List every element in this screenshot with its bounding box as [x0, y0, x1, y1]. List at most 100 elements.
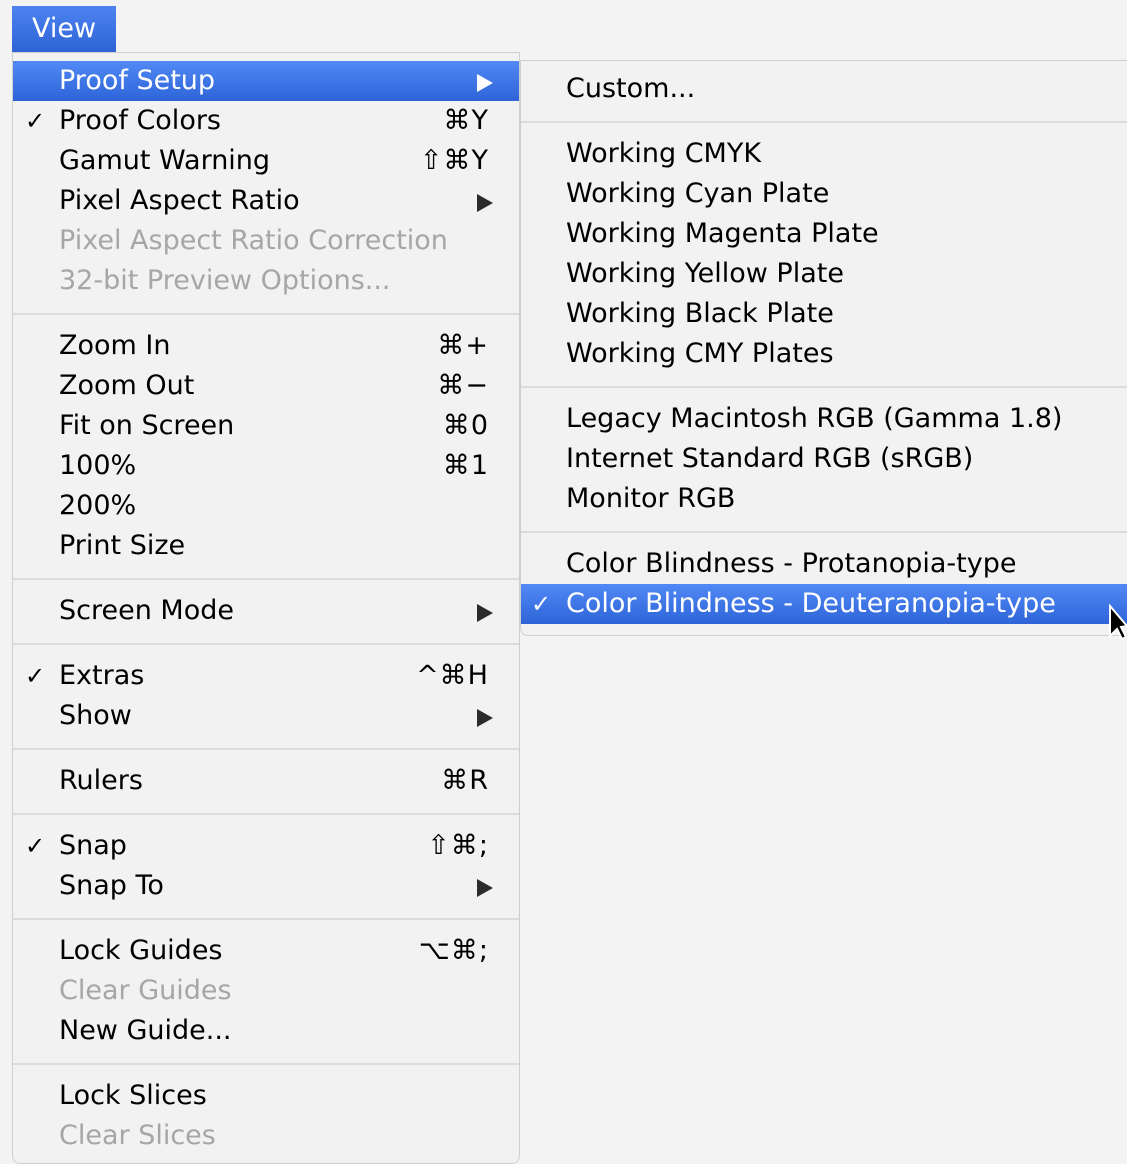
menu-item-shortcut: ⌘R: [441, 765, 489, 796]
menu-item-label: Rulers: [59, 765, 143, 796]
submenu-arrow-icon: [477, 709, 493, 727]
menu-item-label: Monitor RGB: [566, 483, 736, 514]
menu-item-zoom-out[interactable]: Zoom Out ⌘−: [13, 366, 519, 406]
menu-item-label: Internet Standard RGB (sRGB): [566, 443, 974, 474]
menu-separator: [13, 301, 519, 326]
menu-item-label: Zoom Out: [59, 370, 195, 401]
submenu-item-working-cmy-plates[interactable]: Working CMY Plates: [521, 334, 1127, 374]
menu-item-shortcut: ⌘Y: [443, 105, 489, 136]
menu-item-label: Custom...: [566, 73, 696, 104]
menu-item-proof-setup[interactable]: Proof Setup: [13, 61, 519, 101]
submenu-arrow-icon: [477, 879, 493, 897]
menu-item-label: Working Black Plate: [566, 298, 834, 329]
checkmark-icon: ✓: [25, 107, 46, 135]
menu-item-shortcut: ^⌘H: [416, 660, 489, 691]
menu-item-clear-guides: Clear Guides: [13, 971, 519, 1011]
menu-item-label: Clear Guides: [59, 975, 232, 1006]
menu-item-rulers[interactable]: Rulers ⌘R: [13, 761, 519, 801]
menu-item-pixel-aspect-ratio[interactable]: Pixel Aspect Ratio: [13, 181, 519, 221]
menu-separator: [13, 631, 519, 656]
submenu-item-working-black-plate[interactable]: Working Black Plate: [521, 294, 1127, 334]
submenu-arrow-icon: [477, 194, 493, 212]
menu-item-label: Pixel Aspect Ratio Correction: [59, 225, 448, 256]
menu-item-show[interactable]: Show: [13, 696, 519, 736]
menu-separator: [13, 566, 519, 591]
menu-item-label: Working Cyan Plate: [566, 178, 830, 209]
submenu-item-monitor-rgb[interactable]: Monitor RGB: [521, 479, 1127, 519]
checkmark-icon: ✓: [25, 662, 46, 690]
menu-item-proof-colors[interactable]: ✓ Proof Colors ⌘Y: [13, 101, 519, 141]
menu-item-label: Fit on Screen: [59, 410, 235, 441]
submenu-item-deuteranopia[interactable]: ✓ Color Blindness - Deuteranopia-type: [521, 584, 1127, 624]
menu-item-label: Show: [59, 700, 132, 731]
menu-separator: [521, 109, 1127, 134]
menu-item-32bit-preview-options: 32-bit Preview Options...: [13, 261, 519, 301]
menu-item-label: Gamut Warning: [59, 145, 271, 176]
menu-item-shortcut: ⇧⌘;: [427, 830, 489, 861]
menu-item-label: 100%: [59, 450, 137, 481]
menu-item-label: New Guide...: [59, 1015, 232, 1046]
submenu-item-working-yellow-plate[interactable]: Working Yellow Plate: [521, 254, 1127, 294]
mouse-pointer-icon: [1109, 604, 1127, 640]
menu-item-label: Working Yellow Plate: [566, 258, 844, 289]
submenu-item-protanopia[interactable]: Color Blindness - Protanopia-type: [521, 544, 1127, 584]
menu-separator: [521, 374, 1127, 399]
menu-item-zoom-100[interactable]: 100% ⌘1: [13, 446, 519, 486]
menu-item-shortcut: ⇧⌘Y: [419, 145, 489, 176]
menu-item-shortcut: ⌘0: [442, 410, 489, 441]
menu-separator: [521, 519, 1127, 544]
menu-item-snap-to[interactable]: Snap To: [13, 866, 519, 906]
submenu-item-custom[interactable]: Custom...: [521, 69, 1127, 109]
menu-item-fit-on-screen[interactable]: Fit on Screen ⌘0: [13, 406, 519, 446]
menu-item-print-size[interactable]: Print Size: [13, 526, 519, 566]
menu-item-label: Color Blindness - Protanopia-type: [566, 548, 1017, 579]
submenu-item-internet-srgb[interactable]: Internet Standard RGB (sRGB): [521, 439, 1127, 479]
menu-item-label: Working Magenta Plate: [566, 218, 879, 249]
menu-separator: [13, 1051, 519, 1076]
menu-item-label: Zoom In: [59, 330, 171, 361]
menu-separator: [13, 801, 519, 826]
menu-item-label: Print Size: [59, 530, 186, 561]
submenu-item-legacy-mac-rgb[interactable]: Legacy Macintosh RGB (Gamma 1.8): [521, 399, 1127, 439]
menu-item-label: Clear Slices: [59, 1120, 216, 1151]
menu-item-label: Proof Setup: [59, 65, 216, 96]
checkmark-icon: ✓: [25, 832, 46, 860]
menu-item-pixel-aspect-ratio-correction: Pixel Aspect Ratio Correction: [13, 221, 519, 261]
screen: View Proof Setup ✓ Proof Colors ⌘Y Gamut…: [0, 0, 1127, 1164]
menu-item-shortcut: ⌘+: [437, 330, 489, 361]
menu-item-shortcut: ⌘−: [437, 370, 489, 401]
menu-item-shortcut: ⌘1: [442, 450, 489, 481]
menu-separator: [13, 906, 519, 931]
menu-item-label: Extras: [59, 660, 145, 691]
menubar-view[interactable]: View: [12, 6, 116, 52]
menu-item-label: Snap To: [59, 870, 164, 901]
submenu-item-working-cmyk[interactable]: Working CMYK: [521, 134, 1127, 174]
menu-item-lock-guides[interactable]: Lock Guides ⌥⌘;: [13, 931, 519, 971]
menu-item-label: Lock Guides: [59, 935, 223, 966]
menu-item-new-guide[interactable]: New Guide...: [13, 1011, 519, 1051]
menu-item-label: Screen Mode: [59, 595, 234, 626]
menu-separator: [13, 736, 519, 761]
menu-item-lock-slices[interactable]: Lock Slices: [13, 1076, 519, 1116]
submenu-item-working-cyan-plate[interactable]: Working Cyan Plate: [521, 174, 1127, 214]
menu-item-label: Lock Slices: [59, 1080, 207, 1111]
menu-item-zoom-200[interactable]: 200%: [13, 486, 519, 526]
checkmark-icon: ✓: [531, 590, 552, 618]
proof-setup-submenu: Custom... Working CMYK Working Cyan Plat…: [520, 60, 1127, 636]
menu-item-gamut-warning[interactable]: Gamut Warning ⇧⌘Y: [13, 141, 519, 181]
submenu-arrow-icon: [477, 604, 493, 622]
submenu-arrow-icon: [477, 74, 493, 92]
menu-item-screen-mode[interactable]: Screen Mode: [13, 591, 519, 631]
menu-item-label: Snap: [59, 830, 127, 861]
menu-item-label: Proof Colors: [59, 105, 221, 136]
menu-item-label: Pixel Aspect Ratio: [59, 185, 300, 216]
submenu-item-working-magenta-plate[interactable]: Working Magenta Plate: [521, 214, 1127, 254]
menu-item-extras[interactable]: ✓ Extras ^⌘H: [13, 656, 519, 696]
menu-item-label: 32-bit Preview Options...: [59, 265, 391, 296]
view-menu: Proof Setup ✓ Proof Colors ⌘Y Gamut Warn…: [12, 52, 520, 1164]
menu-item-label: Color Blindness - Deuteranopia-type: [566, 588, 1056, 619]
menu-item-shortcut: ⌥⌘;: [418, 935, 489, 966]
menu-item-label: Legacy Macintosh RGB (Gamma 1.8): [566, 403, 1063, 434]
menu-item-zoom-in[interactable]: Zoom In ⌘+: [13, 326, 519, 366]
menu-item-snap[interactable]: ✓ Snap ⇧⌘;: [13, 826, 519, 866]
